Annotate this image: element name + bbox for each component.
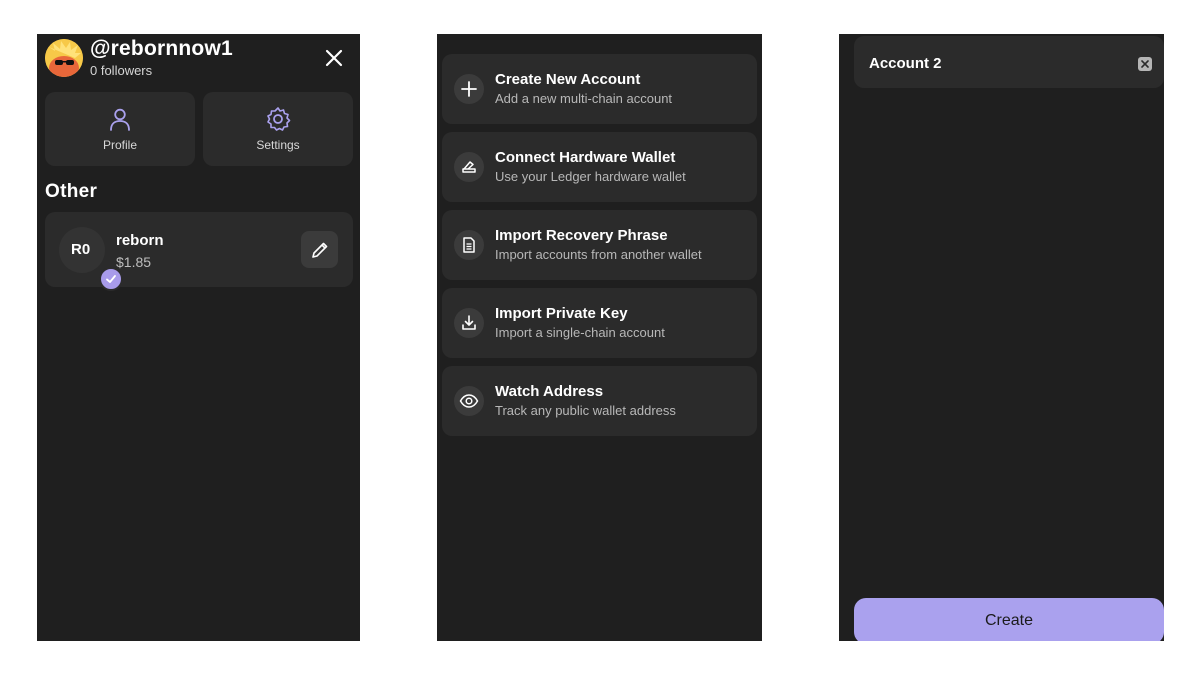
- account-initials: R0: [71, 241, 91, 258]
- document-icon: [463, 237, 475, 253]
- create-button[interactable]: Create: [854, 598, 1164, 641]
- account-name-field[interactable]: Account 2: [854, 36, 1164, 88]
- selected-check-badge: [99, 267, 123, 291]
- settings-tile[interactable]: Settings: [203, 92, 353, 166]
- edit-account-button[interactable]: [301, 231, 338, 268]
- profile-tile[interactable]: Profile: [45, 92, 195, 166]
- followers-count: 0 followers: [90, 63, 153, 78]
- option-subtitle: Track any public wallet address: [495, 403, 676, 418]
- option-import-recovery-phrase[interactable]: Import Recovery Phrase Import accounts f…: [442, 210, 757, 280]
- option-create-new-account[interactable]: Create New Account Add a new multi-chain…: [442, 54, 757, 124]
- profile-label: Profile: [102, 138, 137, 152]
- option-title: Create New Account: [495, 71, 641, 88]
- option-icon-wrap: [454, 152, 484, 182]
- option-title: Import Private Key: [495, 305, 628, 322]
- close-icon: [325, 49, 343, 67]
- option-connect-hardware-wallet[interactable]: Connect Hardware Wallet Use your Ledger …: [442, 132, 757, 202]
- avatar-image: [45, 39, 83, 77]
- avatar[interactable]: [45, 39, 83, 77]
- option-title: Watch Address: [495, 383, 604, 400]
- create-account-panel: Account 2 Create: [839, 34, 1164, 641]
- account-balance: $1.85: [116, 254, 152, 270]
- option-icon-wrap: [454, 386, 484, 416]
- clear-icon: [1141, 60, 1149, 68]
- option-import-private-key[interactable]: Import Private Key Import a single-chain…: [442, 288, 757, 358]
- option-icon-wrap: [454, 74, 484, 104]
- account-name-value: Account 2: [869, 55, 942, 72]
- gear-icon: [267, 107, 291, 131]
- close-button[interactable]: [322, 46, 346, 70]
- option-icon-wrap: [454, 230, 484, 260]
- add-account-panel: Create New Account Add a new multi-chain…: [437, 34, 762, 641]
- option-watch-address[interactable]: Watch Address Track any public wallet ad…: [442, 366, 757, 436]
- hardware-wallet-icon: [462, 161, 476, 173]
- settings-label: Settings: [256, 138, 300, 152]
- download-icon: [462, 315, 476, 330]
- option-subtitle: Import accounts from another wallet: [495, 247, 702, 262]
- user-icon: [110, 108, 130, 131]
- option-subtitle: Add a new multi-chain account: [495, 91, 673, 106]
- account-avatar: R0: [59, 227, 123, 291]
- option-icon-wrap: [454, 308, 484, 338]
- plus-icon: [461, 81, 477, 97]
- option-subtitle: Use your Ledger hardware wallet: [495, 169, 686, 184]
- option-subtitle: Import a single-chain account: [495, 325, 665, 340]
- option-title: Connect Hardware Wallet: [495, 149, 676, 166]
- account-menu-panel: @rebornnow1 0 followers Profile Settings…: [37, 34, 360, 641]
- option-title: Import Recovery Phrase: [495, 227, 668, 244]
- pencil-icon: [311, 242, 327, 258]
- check-icon: [106, 275, 116, 283]
- account-name: reborn: [116, 232, 164, 249]
- eye-icon: [459, 394, 479, 408]
- section-title-other: Other: [45, 181, 98, 202]
- username: @rebornnow1: [90, 37, 233, 60]
- account-card[interactable]: R0 reborn $1.85: [45, 212, 353, 291]
- clear-button[interactable]: [1138, 57, 1152, 71]
